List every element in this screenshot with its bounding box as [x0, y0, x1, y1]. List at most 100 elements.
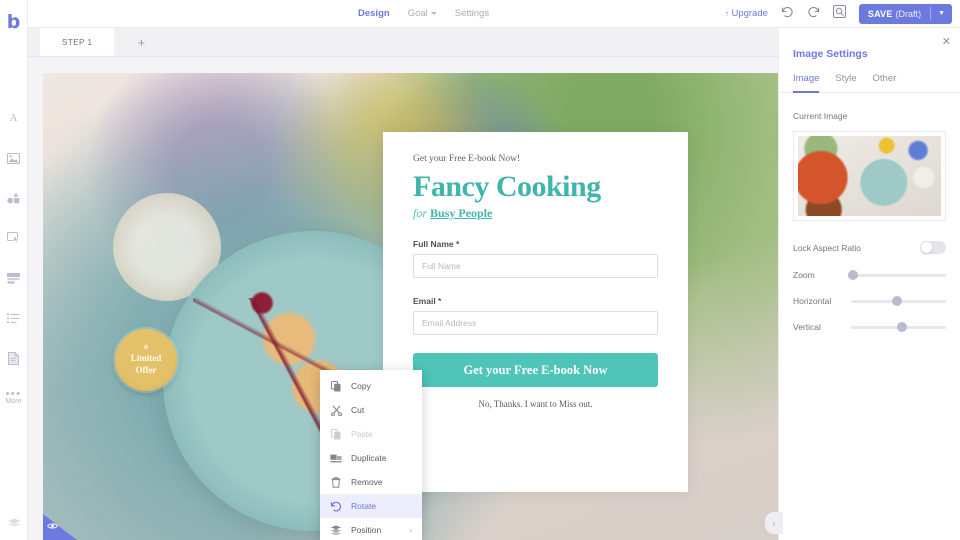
save-button-main[interactable]: SAVE (Draft) — [859, 4, 930, 24]
fullname-label: Full Name * — [413, 239, 460, 249]
sidebar-item-page[interactable] — [0, 338, 28, 378]
upgrade-button[interactable]: ↑ Upgrade — [725, 8, 768, 19]
form-subheadline: for Busy People — [413, 206, 658, 221]
page-title[interactable]: Fancy Cooking — [413, 170, 658, 204]
preview-button[interactable] — [832, 4, 846, 23]
undo-button[interactable] — [781, 5, 794, 23]
panel-collapse-handle[interactable]: › — [765, 512, 783, 534]
context-menu-label: Remove — [351, 477, 383, 487]
lock-aspect-ratio-toggle[interactable] — [920, 241, 946, 254]
horizontal-slider[interactable] — [851, 296, 946, 306]
sidebar-item-image[interactable] — [0, 138, 28, 178]
rotate-icon — [330, 501, 342, 512]
context-menu-item-rotate[interactable]: Rotate — [320, 494, 422, 518]
shapes-icon — [7, 192, 20, 204]
star-icon: ★ — [142, 343, 150, 351]
limited-offer-badge[interactable]: ★ Limited Offer — [115, 329, 177, 391]
thumbnail-preview — [798, 136, 941, 216]
tab-other[interactable]: Other — [873, 73, 897, 93]
panel-title: Image Settings — [793, 48, 868, 60]
nav-goal-label: Goal — [407, 8, 428, 19]
upgrade-arrow-icon: ↑ — [724, 9, 729, 18]
context-menu-label: Paste — [351, 429, 373, 439]
cut-icon — [330, 404, 342, 416]
app-root: b A ••• More Design Goal Settings ↑ Upgr… — [0, 0, 960, 540]
sidebar-item-list[interactable] — [0, 298, 28, 338]
add-step-button[interactable]: + — [114, 28, 168, 56]
step-bar-spacer — [28, 28, 40, 56]
zoom-slider[interactable] — [847, 270, 946, 280]
context-menu-label: Rotate — [351, 501, 377, 511]
save-button[interactable]: SAVE (Draft) ▼ — [858, 3, 952, 24]
undo-icon — [781, 5, 794, 23]
stack-icon — [7, 514, 22, 532]
context-menu-label: Duplicate — [351, 453, 387, 463]
nav-design[interactable]: Design — [358, 8, 390, 19]
slider-knob[interactable] — [847, 270, 858, 280]
image-settings-panel: ✕ Image Settings Image Style Other Curre… — [765, 28, 960, 540]
upgrade-label: Upgrade — [731, 8, 768, 19]
slider-knob[interactable] — [897, 322, 908, 332]
duplicate-icon — [330, 453, 342, 463]
email-input[interactable]: Email Address — [413, 311, 658, 335]
sidebar-item-form[interactable] — [0, 258, 28, 298]
panel-tab-list: Image Style Other — [779, 73, 960, 93]
form-eyebrow: Get your Free E-book Now! — [413, 154, 521, 164]
zoom-slider-label: Zoom — [793, 270, 815, 280]
step-tab-bar: STEP 1 + — [28, 28, 778, 57]
subheadline-link[interactable]: Busy People — [430, 206, 492, 220]
context-menu-item-copy[interactable]: Copy — [320, 374, 422, 398]
top-bar-actions: ↑ Upgrade SAVE (Draft) ▼ — [725, 0, 960, 28]
step-tab-1[interactable]: STEP 1 — [40, 28, 115, 56]
subheadline-prefix: for — [413, 206, 428, 220]
chevron-down-icon: ▼ — [938, 10, 945, 17]
cta-button[interactable]: Get your Free E-book Now — [413, 353, 658, 387]
rail-footer-icon[interactable] — [0, 514, 28, 532]
text-icon: A — [9, 112, 18, 124]
page-icon — [8, 351, 19, 365]
tab-image[interactable]: Image — [793, 73, 820, 93]
form-icon — [7, 272, 20, 284]
current-image-label: Current Image — [793, 111, 848, 121]
sidebar-item-button[interactable] — [0, 218, 28, 258]
badge-line-2: Offer — [135, 365, 157, 375]
context-menu: Copy Cut Paste Duplicate Remove Rotate P… — [320, 370, 422, 540]
sidebar-item-text[interactable]: A — [0, 98, 28, 138]
vertical-slider-label: Vertical — [793, 322, 821, 332]
chevron-right-icon: › — [409, 525, 412, 535]
context-menu-item-remove[interactable]: Remove — [320, 470, 422, 494]
decline-link[interactable]: No, Thanks. I want to Miss out. — [413, 399, 658, 409]
vertical-slider[interactable] — [851, 322, 946, 332]
email-label: Email * — [413, 296, 442, 306]
main-nav: Design Goal Settings — [358, 8, 489, 19]
save-dropdown-toggle[interactable]: ▼ — [931, 4, 952, 24]
nav-settings[interactable]: Settings — [455, 8, 489, 19]
horizontal-slider-row: Horizontal — [793, 296, 946, 306]
current-image-thumbnail[interactable] — [793, 131, 946, 221]
fullname-input[interactable]: Full Name — [413, 254, 658, 278]
layers-icon — [330, 525, 342, 536]
sidebar-item-shapes[interactable] — [0, 178, 28, 218]
nav-goal[interactable]: Goal — [408, 8, 437, 19]
save-state: (Draft) — [895, 8, 922, 19]
redo-button[interactable] — [807, 5, 820, 23]
context-menu-item-duplicate[interactable]: Duplicate — [320, 446, 422, 470]
badge-line-1: Limited — [130, 353, 162, 363]
close-icon[interactable]: ✕ — [942, 37, 951, 48]
left-icon-rail: b A ••• More — [0, 0, 28, 540]
copy-icon — [330, 380, 342, 392]
more-icon: ••• — [5, 388, 22, 400]
sidebar-item-more[interactable]: ••• More — [0, 378, 28, 418]
optin-form-card[interactable]: Get your Free E-book Now! Fancy Cooking … — [383, 132, 688, 492]
slider-knob[interactable] — [891, 296, 902, 306]
chevron-right-icon: › — [772, 518, 776, 528]
context-menu-item-cut[interactable]: Cut — [320, 398, 422, 422]
context-menu-label: Copy — [351, 381, 371, 391]
list-icon — [7, 313, 20, 324]
context-menu-item-position[interactable]: Position › — [320, 518, 422, 540]
rail-item-list: A ••• More — [0, 98, 28, 418]
brand-logo[interactable]: b — [0, 8, 28, 36]
button-icon — [7, 232, 20, 244]
preview-icon — [832, 4, 846, 23]
tab-style[interactable]: Style — [835, 73, 856, 93]
